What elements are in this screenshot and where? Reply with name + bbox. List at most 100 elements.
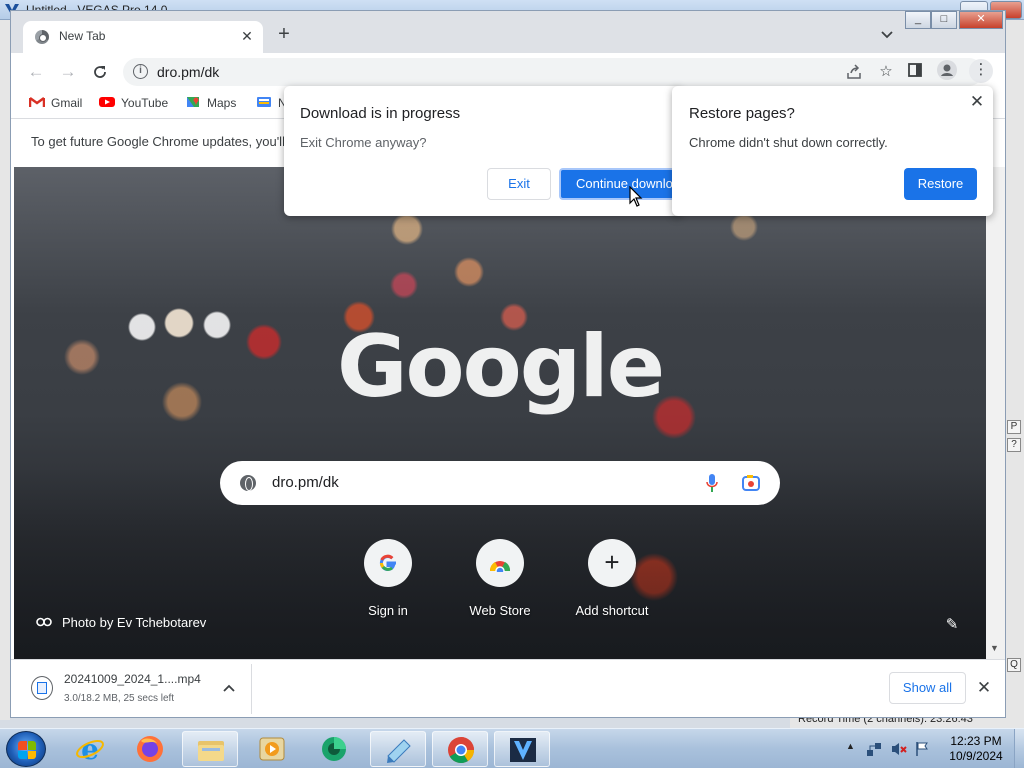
show-desktop-button[interactable]	[1014, 729, 1024, 768]
taskbar-vegas-pro[interactable]	[494, 731, 550, 767]
gmail-icon	[29, 96, 45, 107]
shortcut-sign-in[interactable]: Sign in	[338, 539, 438, 618]
ntp-search-input[interactable]: dro.pm/dk	[272, 474, 339, 491]
taskbar-camtasia[interactable]	[306, 731, 362, 767]
download-filename[interactable]: 20241009_2024_1....mp4	[64, 672, 201, 686]
windows-logo-icon	[18, 741, 36, 759]
dialog-title: Download is in progress	[300, 105, 461, 122]
share-icon[interactable]	[843, 61, 865, 83]
shortcut-label: Add shortcut	[575, 603, 649, 618]
chrome-maximize-button[interactable]: □	[931, 11, 957, 29]
chrome-menu-icon[interactable]: ⋮	[969, 59, 993, 83]
dialog-message: Chrome didn't shut down correctly.	[689, 135, 888, 150]
vegas-right-panel	[1005, 20, 1024, 720]
clock-time: 12:23 PM	[950, 734, 1002, 748]
new-tab-button[interactable]: +	[273, 24, 295, 46]
download-status: 3.0/18.2 MB, 25 secs left	[64, 693, 175, 704]
chevron-up-icon[interactable]	[219, 678, 239, 698]
tab-search-icon[interactable]	[877, 25, 897, 45]
shortcut-add[interactable]: + Add shortcut	[562, 539, 662, 618]
photo-credit-text[interactable]: Photo by Ev Tchebotarev	[62, 615, 206, 630]
google-lens-icon[interactable]	[742, 474, 760, 492]
folder-icon	[198, 741, 224, 761]
dialog-message: Exit Chrome anyway?	[300, 135, 427, 150]
news-icon	[257, 97, 271, 107]
tab-title: New Tab	[59, 29, 106, 43]
side-panel-icon[interactable]	[904, 59, 926, 81]
notepad-icon	[387, 739, 411, 763]
show-hidden-icons-icon[interactable]: ▲	[846, 741, 855, 751]
shortcut-label: Sign in	[368, 603, 408, 618]
infobar-message: To get future Google Chrome updates, you…	[31, 134, 285, 149]
bookmark-star-icon[interactable]: ☆	[875, 61, 897, 83]
action-center-flag-icon[interactable]	[914, 741, 930, 757]
forward-button[interactable]: →	[57, 61, 79, 83]
close-download-bar-icon[interactable]: ✕	[973, 677, 995, 699]
volume-muted-icon[interactable]	[891, 741, 907, 757]
taskbar-notepad[interactable]	[370, 731, 426, 767]
globe-icon	[240, 475, 256, 491]
bookmark-youtube[interactable]: YouTube	[99, 96, 168, 114]
chrome-web-store-icon	[476, 539, 524, 587]
show-all-button[interactable]: Show all	[889, 672, 966, 704]
exit-button[interactable]: Exit	[487, 168, 551, 200]
bookmark-label: Maps	[207, 96, 237, 110]
taskbar-internet-explorer[interactable]: e	[62, 731, 118, 767]
vegas-zoom-button[interactable]: Q	[1007, 658, 1021, 672]
network-icon[interactable]	[866, 741, 882, 757]
mouse-cursor-icon	[629, 186, 643, 207]
address-bar-text[interactable]: dro.pm/dk	[157, 64, 219, 80]
youtube-icon	[99, 97, 115, 107]
download-file-icon[interactable]	[31, 676, 53, 700]
divider	[251, 664, 252, 714]
new-tab-page-background: Google dro.pm/dk Sign in Web Store + Add…	[14, 167, 986, 659]
shortcut-web-store[interactable]: Web Store	[450, 539, 550, 618]
continue-download-button[interactable]: Continue download	[559, 168, 689, 200]
back-button[interactable]: ←	[25, 61, 47, 83]
reload-icon	[94, 66, 106, 78]
taskbar-google-chrome[interactable]	[432, 731, 488, 767]
scrollbar[interactable]: ▼	[986, 167, 1005, 659]
google-g-icon	[364, 539, 412, 587]
start-button[interactable]	[6, 731, 46, 767]
site-info-icon[interactable]: i	[133, 64, 148, 79]
close-icon[interactable]: ✕	[967, 92, 987, 112]
reload-button[interactable]	[89, 61, 111, 83]
download-shelf: 20241009_2024_1....mp4 3.0/18.2 MB, 25 s…	[11, 659, 1005, 717]
vegas-pro-icon	[510, 738, 536, 762]
chevron-down-icon	[881, 31, 893, 39]
svg-text:e: e	[81, 735, 99, 763]
taskbar-file-explorer[interactable]	[182, 731, 238, 767]
google-logo: Google	[336, 317, 665, 417]
chrome-icon	[448, 737, 475, 764]
clock[interactable]: 12:23 PM 10/9/2024	[940, 734, 1012, 764]
customize-pencil-icon[interactable]: ✎	[942, 615, 962, 635]
dialog-title: Restore pages?	[689, 105, 795, 122]
bookmark-label: Gmail	[51, 96, 83, 110]
bookmark-news[interactable]: N	[256, 96, 287, 114]
internet-explorer-icon: e	[76, 735, 104, 763]
address-bar[interactable]: i dro.pm/dk ☆	[123, 58, 983, 86]
chrome-close-button[interactable]: ✕	[959, 11, 1003, 29]
chrome-favicon-icon	[35, 30, 49, 44]
camtasia-icon	[322, 737, 346, 761]
restore-button[interactable]: Restore	[904, 168, 977, 200]
plus-icon: +	[588, 539, 636, 587]
chrome-minimize-button[interactable]: _	[905, 11, 931, 29]
bookmark-label: YouTube	[121, 96, 169, 110]
bookmark-maps[interactable]: Maps	[185, 96, 236, 114]
vegas-side-button-help[interactable]: ?	[1007, 438, 1021, 452]
scroll-down-arrow-icon[interactable]: ▼	[990, 643, 999, 653]
microphone-icon[interactable]	[706, 473, 718, 493]
download-in-progress-dialog: Download is in progress Exit Chrome anyw…	[284, 86, 689, 216]
profile-avatar-icon[interactable]	[936, 59, 958, 81]
bookmark-gmail[interactable]: Gmail	[29, 96, 82, 114]
tab-close-icon[interactable]: ✕	[237, 26, 257, 46]
tab-new-tab[interactable]: New Tab ✕	[23, 21, 263, 53]
ntp-search-box[interactable]: dro.pm/dk	[220, 461, 780, 505]
vegas-side-button-p[interactable]: P	[1007, 420, 1021, 434]
taskbar-firefox[interactable]	[122, 731, 178, 767]
shortcut-label: Web Store	[469, 603, 531, 618]
maps-icon	[187, 97, 199, 107]
taskbar-media-player[interactable]	[244, 731, 300, 767]
